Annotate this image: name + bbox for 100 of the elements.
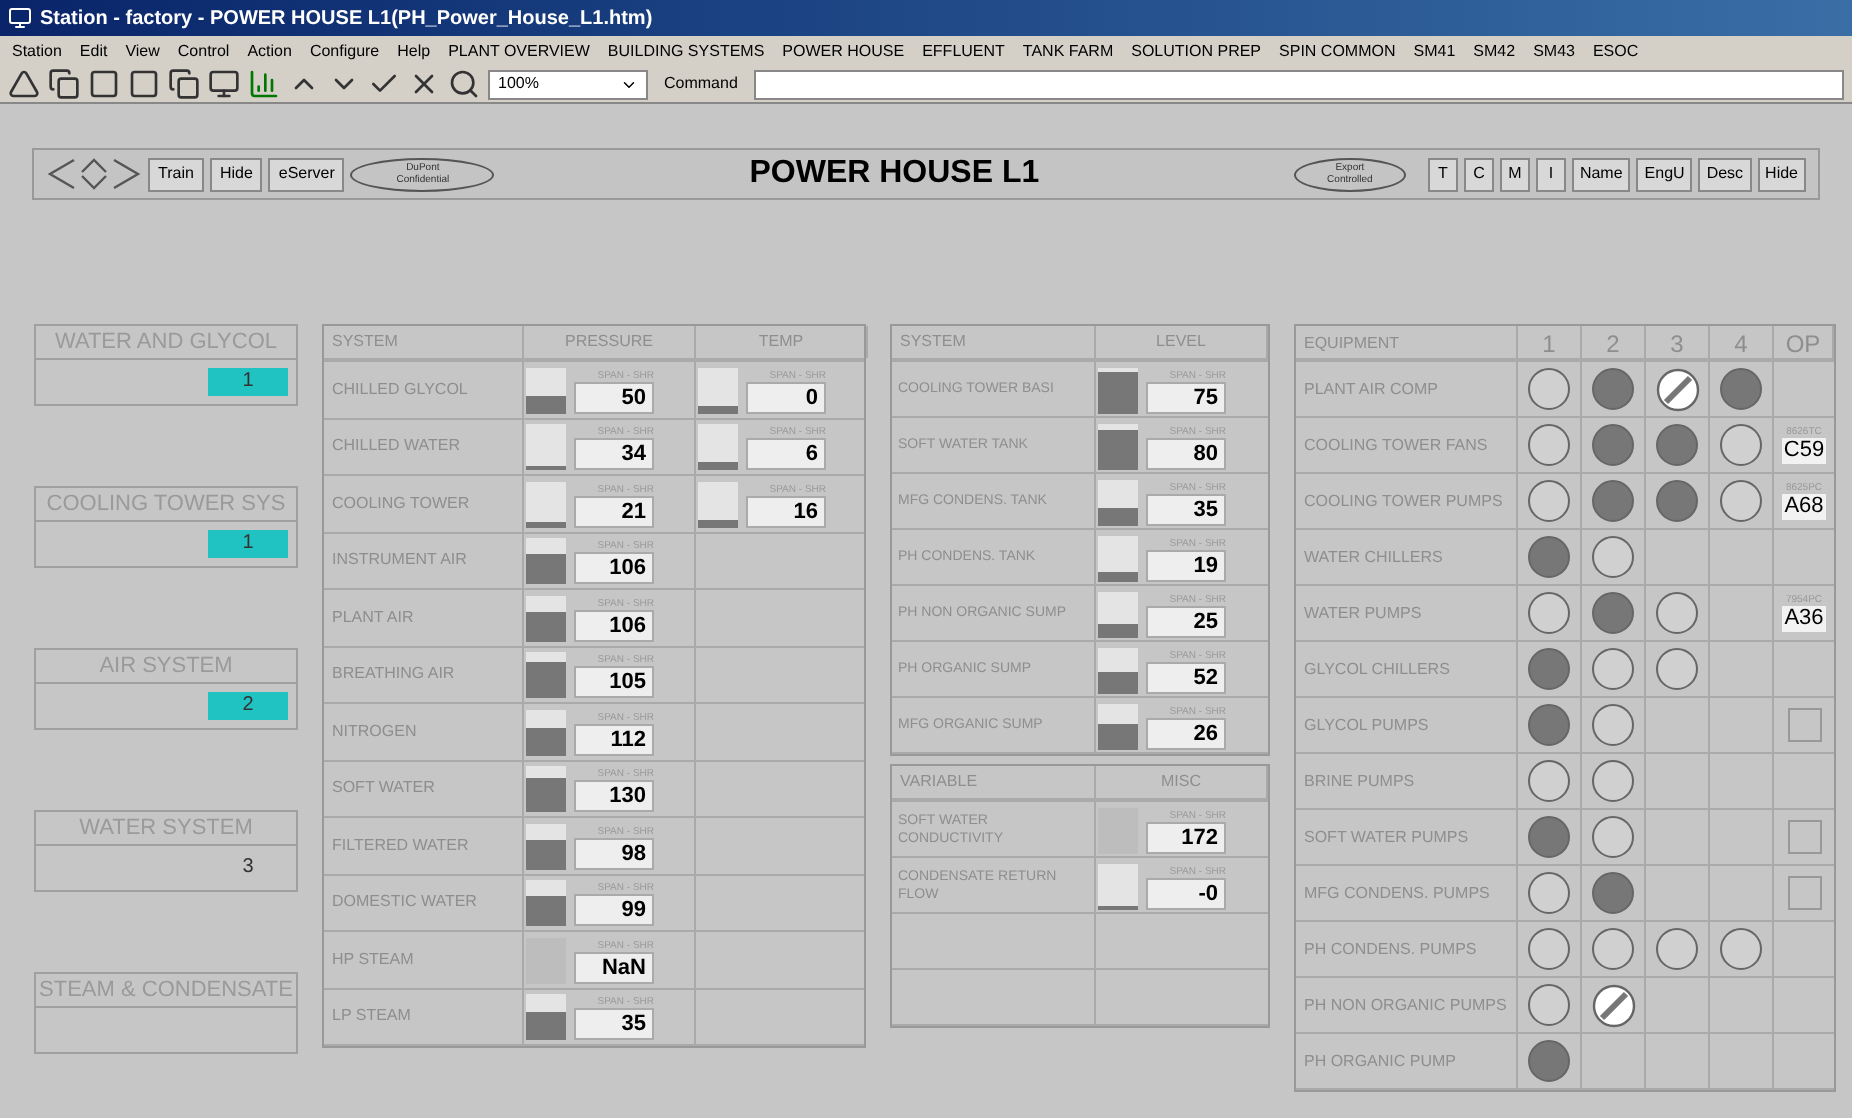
menu-item[interactable]: PLANT OVERVIEW [448,39,590,63]
system-count: 1 [208,530,288,558]
menu-item[interactable]: POWER HOUSE [782,39,905,63]
equipment-name: PH CONDENS. PUMPS [1296,922,1518,976]
equipment-name: COOLING TOWER FANS [1296,418,1518,472]
column-header: VARIABLE [892,766,1096,798]
value-readout: 80 [1146,437,1226,469]
value-readout: 172 [1146,821,1226,853]
menu-item[interactable]: Configure [309,39,380,63]
op-readout: C59 [1781,438,1827,464]
column-header: 3 [1646,326,1710,362]
checkbox[interactable] [1787,876,1821,910]
windows-icon[interactable] [168,68,200,100]
menu-item[interactable]: View [125,39,160,63]
menu-item[interactable]: Help [397,39,431,63]
column-header: 1 [1518,326,1582,362]
header-button[interactable]: Hide [1757,157,1806,191]
value-readout: 52 [1146,661,1226,693]
command-field[interactable] [753,69,1844,99]
header-button[interactable]: Train [148,157,204,191]
value-readout: 35 [574,1008,654,1041]
window-icon[interactable] [128,68,160,100]
value-readout: 50 [574,381,654,414]
menu-item[interactable]: EFFLUENT [922,39,1005,63]
system-name: FILTERED WATER [324,818,524,873]
search-icon[interactable] [448,68,480,100]
column-header: 4 [1710,326,1774,362]
menu-item[interactable]: SPIN COMMON [1279,39,1396,63]
system-name: PLANT AIR [324,590,524,645]
navigation-arrows-icon[interactable] [46,156,142,192]
header-button[interactable]: I [1535,157,1566,191]
value-readout: 0 [746,381,826,414]
bars-icon[interactable] [248,68,280,100]
value-readout: 112 [574,723,654,756]
value-readout: 75 [1146,381,1226,413]
header-button[interactable]: eServer [268,157,345,191]
value-readout: 34 [574,438,654,471]
column-header: PRESSURE [524,326,696,358]
alarm-triangle-icon[interactable] [8,68,40,100]
column-header: OP [1774,326,1834,362]
equipment-name: COOLING TOWER PUMPS [1296,474,1518,528]
header-button[interactable]: C [1463,157,1494,191]
menu-item[interactable]: SM41 [1413,39,1456,63]
level-bar [526,937,566,984]
system-name: SOFT WATER [324,761,524,816]
command-label: Command [662,72,740,96]
column-header: LEVEL [1096,326,1268,358]
checkbox[interactable] [1787,820,1821,854]
header-button[interactable]: T [1427,157,1458,191]
column-header: SYSTEM [892,326,1096,358]
system-name: NITROGEN [324,704,524,759]
equipment-name: PH NON ORGANIC PUMPS [1296,978,1518,1032]
menu-item[interactable]: BUILDING SYSTEMS [607,39,765,63]
value-readout: 25 [1146,605,1226,637]
menu-item[interactable]: Action [247,39,292,63]
equipment-name: MFG CONDENS. PUMPS [1296,866,1518,920]
app-icon [8,6,32,30]
menu-item[interactable]: SOLUTION PREP [1131,39,1262,63]
value-readout: NaN [574,951,654,984]
header-button[interactable]: Name [1571,157,1631,191]
system-name: BREATHING AIR [324,647,524,702]
column-header: SYSTEM [324,326,524,358]
system-name: HP STEAM [324,932,524,987]
menu-item[interactable]: SM43 [1533,39,1575,63]
menu-item[interactable]: ESOC [1592,39,1639,63]
header-button[interactable]: M [1499,157,1530,191]
column-header: 2 [1582,326,1646,362]
menu-item[interactable]: Control [177,39,230,63]
menu-item[interactable]: TANK FARM [1022,39,1114,63]
value-readout: 106 [574,552,654,585]
system-name: CHILLED WATER [324,419,524,474]
system-name: LP STEAM [324,989,524,1044]
header-button[interactable]: Hide [209,157,263,191]
value-readout: 99 [574,894,654,927]
striped-status-lamp [1591,983,1635,1027]
value-readout: -0 [1146,877,1226,909]
equipment-name: SOFT WATER PUMPS [1296,810,1518,864]
value-readout: 35 [1146,493,1226,525]
system-count: 1 [208,368,288,396]
op-readout: A68 [1782,494,1826,520]
op-readout: A36 [1782,606,1826,632]
system-count: 3 [240,854,256,882]
checkbox[interactable] [1787,708,1821,742]
value-readout: 21 [574,495,654,528]
copy-icon[interactable] [48,68,80,100]
header-button[interactable]: Desc [1698,157,1752,191]
page-icon[interactable] [88,68,120,100]
menu-item[interactable]: Station [12,39,62,63]
equipment-name: WATER PUMPS [1296,586,1518,640]
menu-item[interactable]: SM42 [1473,39,1516,63]
equipment-name: BRINE PUMPS [1296,754,1518,808]
value-readout: 26 [1146,717,1226,749]
system-name: DOMESTIC WATER [324,875,524,930]
menu-item[interactable]: Edit [79,39,108,63]
header-button[interactable]: EngU [1636,157,1693,191]
display-icon[interactable] [208,68,240,100]
value-readout: 98 [574,837,654,870]
value-readout: 16 [746,495,826,528]
zoom-dropdown[interactable]: 100% [488,69,648,99]
column-header: MISC [1096,766,1268,798]
